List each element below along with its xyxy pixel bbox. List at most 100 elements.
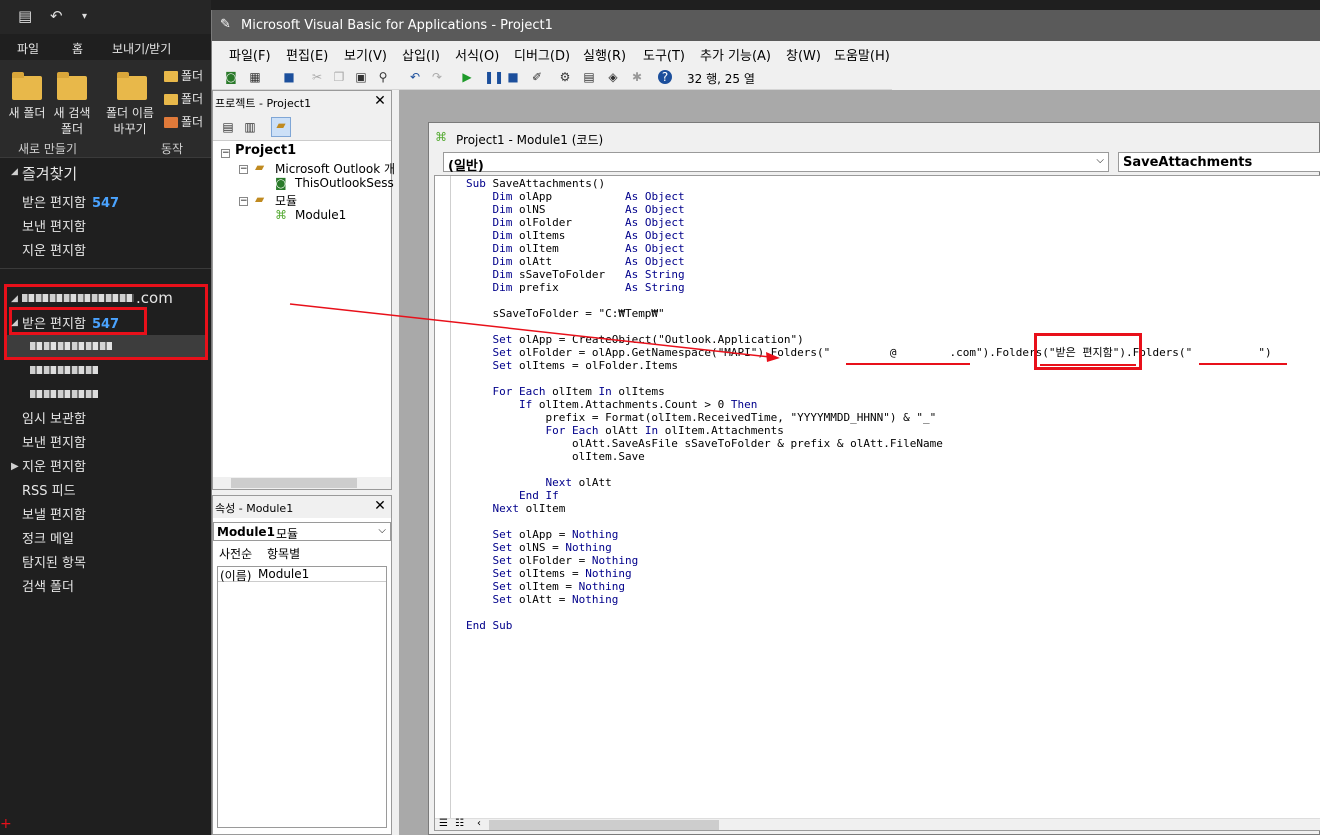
code-line[interactable]: Set olItem = Nothing xyxy=(466,580,1272,593)
tree-project-root[interactable]: Project1 xyxy=(235,143,296,158)
code-line[interactable]: Set olItems = olFolder.Items xyxy=(466,359,1272,372)
code-line[interactable]: If olItem.Attachments.Count > 0 Then xyxy=(466,398,1272,411)
rename-folder-button[interactable]: 폴더 이름 바꾸기 xyxy=(102,105,158,137)
code-scroll-thumb[interactable] xyxy=(489,820,719,830)
redo-icon[interactable]: ↷ xyxy=(430,70,444,84)
tree-outlook-objects[interactable]: Microsoft Outlook 개 xyxy=(275,160,395,177)
property-value[interactable]: Module1 xyxy=(258,567,309,581)
code-line[interactable]: olAtt.SaveAsFile sSaveToFolder & prefix … xyxy=(466,437,1272,450)
object-combo[interactable]: (일반) ⌵ xyxy=(443,152,1109,174)
expand-deleted-icon[interactable]: ▶ xyxy=(11,461,19,472)
code-line[interactable] xyxy=(466,320,1272,333)
save-icon[interactable]: ■ xyxy=(282,70,296,84)
view-object-icon[interactable]: ▥ xyxy=(243,120,257,134)
property-row-name[interactable]: (이름) Module1 xyxy=(218,567,386,583)
code-line[interactable]: olItem.Save xyxy=(466,450,1272,463)
favorite-sent[interactable]: 보낸 편지함 xyxy=(22,216,86,235)
toolbox-icon[interactable]: ✱ xyxy=(630,70,644,84)
redacted-subfolder-3[interactable] xyxy=(30,390,98,398)
code-line[interactable]: Dim sSaveToFolder As String xyxy=(466,268,1272,281)
find-icon[interactable]: ⚲ xyxy=(376,70,390,84)
code-line[interactable]: Set olAtt = Nothing xyxy=(466,593,1272,606)
code-line[interactable]: sSaveToFolder = "C:₩Temp₩" xyxy=(466,307,1272,320)
code-line[interactable]: Next olItem xyxy=(466,502,1272,515)
scroll-left-icon[interactable]: ‹ xyxy=(477,818,481,829)
code-line[interactable] xyxy=(466,372,1272,385)
code-line[interactable]: Dim olItems As Object xyxy=(466,229,1272,242)
favorite-deleted[interactable]: 지운 편지함 xyxy=(22,240,86,259)
favorites-header[interactable]: 즐겨찾기 xyxy=(22,163,77,184)
menu-edit[interactable]: 편집(E) xyxy=(286,45,328,64)
favorite-inbox[interactable]: 받은 편지함 547 xyxy=(22,192,119,211)
code-line[interactable] xyxy=(466,463,1272,476)
code-line[interactable]: For Each olItem In olItems xyxy=(466,385,1272,398)
chevron-down-icon[interactable]: ⌵ xyxy=(1096,155,1104,166)
code-line[interactable]: Dim olItem As Object xyxy=(466,242,1272,255)
code-line[interactable]: Dim olFolder As Object xyxy=(466,216,1272,229)
code-line[interactable]: End Sub xyxy=(466,619,1272,632)
code-line[interactable]: Set olFolder = Nothing xyxy=(466,554,1272,567)
menu-debug[interactable]: 디버그(D) xyxy=(514,45,570,64)
full-module-view-icon[interactable]: ☷ xyxy=(455,818,464,829)
project-pane-scroll-thumb[interactable] xyxy=(231,478,357,488)
undo-icon[interactable]: ↶ xyxy=(408,70,422,84)
properties-window-icon[interactable]: ▤ xyxy=(582,70,596,84)
chevron-down-icon[interactable]: ⌵ xyxy=(378,525,386,536)
code-line[interactable]: Set olNS = Nothing xyxy=(466,541,1272,554)
customize-dropdown-icon[interactable]: ▾ xyxy=(82,11,87,22)
code-line[interactable]: Set olFolder = olApp.GetNamespace("MAPI"… xyxy=(466,346,1272,359)
collapse-inbox-icon[interactable]: ◢ xyxy=(11,318,18,328)
cut-icon[interactable]: ✂ xyxy=(310,70,324,84)
view-excel-icon[interactable]: ◙ xyxy=(224,70,238,84)
tree-module1[interactable]: Module1 xyxy=(295,208,346,222)
menu-run[interactable]: 실행(R) xyxy=(583,45,626,64)
break-icon[interactable]: ❚❚ xyxy=(484,70,504,84)
close-project-pane-icon[interactable]: ✕ xyxy=(371,92,389,110)
copy-icon[interactable]: ❐ xyxy=(332,70,346,84)
menu-window[interactable]: 창(W) xyxy=(786,45,821,64)
folder-deleted[interactable]: 지운 편지함 xyxy=(22,456,86,475)
procedure-view-icon[interactable]: ☰ xyxy=(439,818,448,829)
menu-format[interactable]: 서식(O) xyxy=(455,45,499,64)
folder-rss[interactable]: RSS 피드 xyxy=(22,480,76,499)
folder-junk[interactable]: 정크 메일 xyxy=(22,528,74,547)
code-line[interactable]: Set olItems = Nothing xyxy=(466,567,1272,580)
project-pane-hscrollbar[interactable] xyxy=(213,477,391,489)
procedure-combo[interactable]: SaveAttachments xyxy=(1118,152,1320,172)
help-icon[interactable]: ? xyxy=(658,70,672,84)
code-text[interactable]: Sub SaveAttachments() Dim olApp As Objec… xyxy=(466,177,1272,632)
code-line[interactable]: End If xyxy=(466,489,1272,502)
move-folder-button[interactable]: 폴더 xyxy=(181,91,203,107)
copy-folder-button[interactable]: 폴더 xyxy=(181,68,203,84)
new-folder-button[interactable]: 새 폴더 xyxy=(2,105,52,121)
tab-home[interactable]: 홈 xyxy=(72,40,83,57)
tree-this-outlook-session[interactable]: ThisOutlookSess xyxy=(295,176,394,190)
project-explorer-icon[interactable]: ⚙ xyxy=(558,70,572,84)
menu-insert[interactable]: 삽입(I) xyxy=(402,45,440,64)
code-line[interactable]: Set olApp = CreateObject("Outlook.Applic… xyxy=(466,333,1272,346)
close-properties-pane-icon[interactable]: ✕ xyxy=(371,497,389,515)
delete-folder-button[interactable]: 폴더 xyxy=(181,114,203,130)
redacted-subfolder-2[interactable] xyxy=(30,366,98,374)
tab-send-receive[interactable]: 보내기/받기 xyxy=(112,40,171,57)
code-line[interactable]: Set olApp = Nothing xyxy=(466,528,1272,541)
menu-addins[interactable]: 추가 기능(A) xyxy=(700,45,771,64)
view-code-icon[interactable]: ▤ xyxy=(221,120,235,134)
code-line[interactable]: Dim olNS As Object xyxy=(466,203,1272,216)
code-line[interactable]: Dim olApp As Object xyxy=(466,190,1272,203)
toggle-folders-icon[interactable]: ▰ xyxy=(271,117,291,137)
folder-drafts[interactable]: 임시 보관함 xyxy=(22,408,86,427)
account-inbox[interactable]: 받은 편지함 547 xyxy=(22,313,119,332)
paste-icon[interactable]: ▣ xyxy=(354,70,368,84)
collapse-favorites-icon[interactable]: ◢ xyxy=(11,167,18,177)
new-search-folder-button[interactable]: 새 검색 폴더 xyxy=(48,105,96,137)
folder-outbox[interactable]: 보낼 편지함 xyxy=(22,504,86,523)
collapse-outlook-objects-icon[interactable]: − xyxy=(239,165,248,174)
object-browser-icon[interactable]: ◈ xyxy=(606,70,620,84)
properties-object-combo[interactable]: Module1 모듈 ⌵ xyxy=(213,522,391,541)
folder-detected[interactable]: 탐지된 항목 xyxy=(22,552,86,571)
reset-icon[interactable]: ■ xyxy=(506,70,520,84)
tab-file[interactable]: 파일 xyxy=(17,40,39,57)
collapse-project-icon[interactable]: − xyxy=(221,149,230,158)
code-line[interactable]: Dim prefix As String xyxy=(466,281,1272,294)
